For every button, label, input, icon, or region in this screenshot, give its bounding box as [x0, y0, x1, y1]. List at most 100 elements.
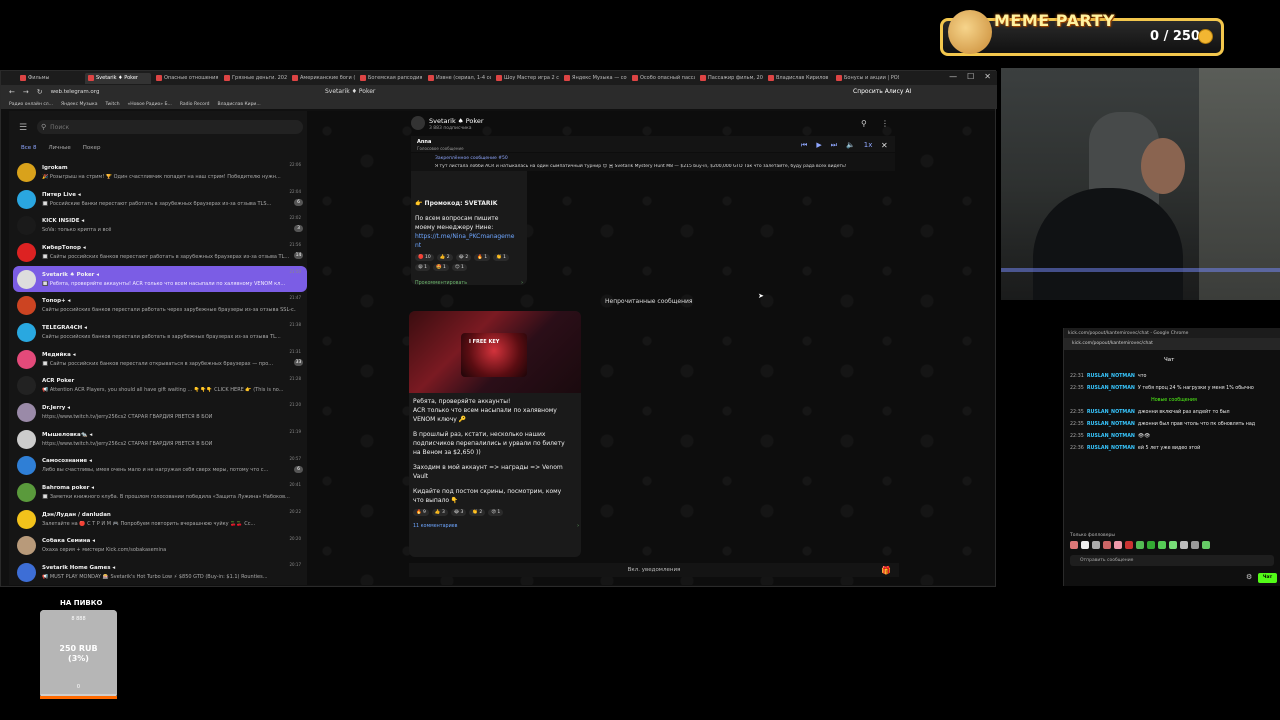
emote-icon[interactable]: [1103, 541, 1111, 549]
search-icon[interactable]: ⚲: [861, 119, 867, 128]
chat-list-item[interactable]: Svetarik ♠ Poker ◂ 🔲 Ребята, проверяйте а…: [13, 265, 307, 293]
back-icon[interactable]: ←: [9, 88, 15, 96]
browser-tab[interactable]: Грязные деньги. 202: [221, 73, 287, 84]
reaction-chip[interactable]: 😂 2: [455, 254, 472, 261]
reaction-chip[interactable]: 😁 1: [415, 264, 430, 271]
channel-avatar[interactable]: [411, 116, 425, 130]
url-field[interactable]: web.telegram.org: [51, 89, 100, 95]
browser-tab[interactable]: Шоу Мастер игра 2 се: [493, 73, 559, 84]
chat-input[interactable]: Отправить сообщение: [1070, 555, 1274, 566]
browser-tab[interactable]: Яндекс Музыка — соб: [561, 73, 627, 84]
emote-icon[interactable]: [1202, 541, 1210, 549]
hamburger-menu-icon[interactable]: ☰: [19, 123, 27, 133]
browser-tab[interactable]: Особо опасный пасса: [629, 73, 695, 84]
message-user[interactable]: RUSLAN_NOTMAN: [1087, 374, 1135, 379]
emote-icon[interactable]: [1081, 541, 1089, 549]
chat-list-item[interactable]: Dr.Jerry ◂ https://www.twitch.tv/jerry256…: [13, 399, 307, 426]
folder-tab-poker[interactable]: Покер: [83, 145, 101, 151]
chat-list-item[interactable]: Igrokam 🎉 Розыгрыш на стрим! 🏆 Один счаст…: [13, 159, 307, 186]
bookmark[interactable]: Радио онлайн сл...: [9, 102, 53, 107]
next-icon[interactable]: ⏭: [831, 141, 837, 150]
chat-list-item[interactable]: Медийка ◂ 🔲 Сайты российских банков перес…: [13, 346, 307, 373]
bookmark[interactable]: «Новое Радио» Б...: [128, 102, 172, 107]
emote-icon[interactable]: [1158, 541, 1166, 549]
gift-icon[interactable]: 🎁: [881, 566, 891, 575]
ask-alice-button[interactable]: Спросить Алису AI: [853, 88, 911, 95]
reaction-chip[interactable]: 🔥 9: [413, 509, 429, 516]
browser-tab[interactable]: Американские боги (: [289, 73, 355, 84]
emote-icon[interactable]: [1125, 541, 1133, 549]
chat-list-item[interactable]: Собака Семина ◂ Охаха серия + мистери Kic…: [13, 533, 307, 560]
reaction-chip[interactable]: 👏 2: [469, 509, 486, 516]
speed-icon[interactable]: 1x: [864, 141, 873, 150]
reaction-chip[interactable]: 😡 1: [488, 509, 504, 516]
browser-tab[interactable]: Владислав Кирилов: [765, 73, 831, 84]
close-icon[interactable]: ✕: [881, 141, 888, 150]
emote-icon[interactable]: [1092, 541, 1100, 549]
chat-list-item[interactable]: Топор+ ◂ Сайты российских банков перестал…: [13, 292, 307, 319]
browser-tab[interactable]: Богемская рапсодия (: [357, 73, 423, 84]
search-input[interactable]: [50, 123, 281, 131]
message-user[interactable]: RUSLAN_NOTMAN: [1087, 386, 1135, 391]
browser-tab[interactable]: Опасные отношения (: [153, 73, 219, 84]
previous-icon[interactable]: ⏮: [801, 141, 807, 150]
emote-icon[interactable]: [1191, 541, 1199, 549]
bookmark[interactable]: Владислав Кири...: [218, 102, 261, 107]
reaction-chip[interactable]: 😂 3: [450, 509, 467, 516]
folder-tab-all[interactable]: Все 8: [21, 145, 36, 151]
chat-list-item[interactable]: Самосознание ◂ Либо вы счастливы, имея оч…: [13, 453, 307, 480]
message-user[interactable]: RUSLAN_NOTMAN: [1087, 422, 1135, 427]
emote-icon[interactable]: [1169, 541, 1177, 549]
browser-tab[interactable]: Бонусы и акции | РОЯ: [833, 73, 899, 84]
reaction-chip[interactable]: 👍 3: [431, 509, 448, 516]
comment-button[interactable]: Прокомментировать: [415, 281, 467, 286]
minimize-icon[interactable]: —: [949, 72, 957, 81]
comments-button[interactable]: 11 комментариев: [413, 524, 457, 529]
chat-list-item[interactable]: Bahroma poker ◂ 🔲 Заметки книжного клуба.…: [13, 479, 307, 506]
search-box[interactable]: ⚲: [37, 120, 303, 134]
bookmark[interactable]: Яндекс Музыка: [61, 102, 98, 107]
browser-tab[interactable]: Пассажир фильм, 202: [697, 73, 763, 84]
browser-tab[interactable]: Извне (сериал, 1-4 се: [425, 73, 491, 84]
bookmark[interactable]: Twitch: [106, 102, 120, 107]
reaction-chip[interactable]: 👍 2: [436, 254, 453, 261]
reaction-chip[interactable]: 😊 1: [451, 264, 467, 271]
forward-icon[interactable]: →: [23, 88, 29, 96]
kick-url[interactable]: kick.com/popout/kantemirovec/chat: [1064, 338, 1280, 350]
emote-icon[interactable]: [1114, 541, 1122, 549]
folder-tab-personal[interactable]: Личные: [48, 145, 70, 151]
message-user[interactable]: RUSLAN_NOTMAN: [1087, 446, 1135, 451]
notifications-toggle[interactable]: Вкл. уведомления: [409, 563, 899, 577]
volume-icon[interactable]: 🔈: [846, 141, 855, 150]
reaction-chip[interactable]: 🔥 1: [474, 254, 491, 261]
maximize-icon[interactable]: ☐: [967, 72, 974, 81]
play-icon[interactable]: ▶: [816, 141, 821, 150]
emote-icon[interactable]: [1147, 541, 1155, 549]
message-user[interactable]: RUSLAN_NOTMAN: [1087, 410, 1135, 415]
chat-list-item[interactable]: КиберТопор ◂ 🔲 Сайты российских банков пе…: [13, 239, 307, 266]
chat-list-item[interactable]: TELEGRA4CH ◂ Сайты российских банков пере…: [13, 319, 307, 346]
reaction-chip[interactable]: 👏 1: [493, 254, 510, 261]
chat-list-item[interactable]: Дэн/Лудан / danludan Залетайте на 🔴 С Т Р…: [13, 506, 307, 533]
emote-icon[interactable]: [1180, 541, 1188, 549]
close-icon[interactable]: ✕: [984, 72, 991, 81]
reaction-chip[interactable]: 🤩 1: [433, 264, 449, 271]
chat-list-item[interactable]: KICK INSIDE ◂ SoVa: только крипта и всё 22…: [13, 212, 307, 239]
manager-link[interactable]: https://t.me/Nina_PKCmanageme: [415, 232, 523, 241]
send-chat-button[interactable]: Чат: [1258, 573, 1277, 583]
chat-list-item[interactable]: Питер Live ◂ 🔲 Российские банки перестают…: [13, 186, 307, 213]
chat-list-item[interactable]: Мышеловка🐀 ◂ https://www.twitch.tv/jerry2…: [13, 426, 307, 453]
gear-icon[interactable]: ⚙: [1246, 573, 1252, 581]
reload-icon[interactable]: ↻: [37, 88, 43, 96]
bookmark[interactable]: Radio Record: [180, 102, 210, 107]
chat-list-item[interactable]: ACR Poker 📢 Attention ACR Players, you sh…: [13, 373, 307, 400]
reaction-chip[interactable]: 🔴 10: [415, 254, 434, 261]
channel-name[interactable]: Svetarik ♠ Poker: [429, 117, 484, 125]
browser-tab[interactable]: Фильмы: [17, 73, 83, 84]
message-user[interactable]: RUSLAN_NOTMAN: [1087, 434, 1135, 439]
manager-link-tail[interactable]: nt: [415, 241, 523, 250]
browser-tab[interactable]: Svetarik ♦ Poker: [85, 72, 151, 84]
emote-icon[interactable]: [1070, 541, 1078, 549]
more-icon[interactable]: ⋮: [881, 119, 889, 128]
emote-icon[interactable]: [1136, 541, 1144, 549]
